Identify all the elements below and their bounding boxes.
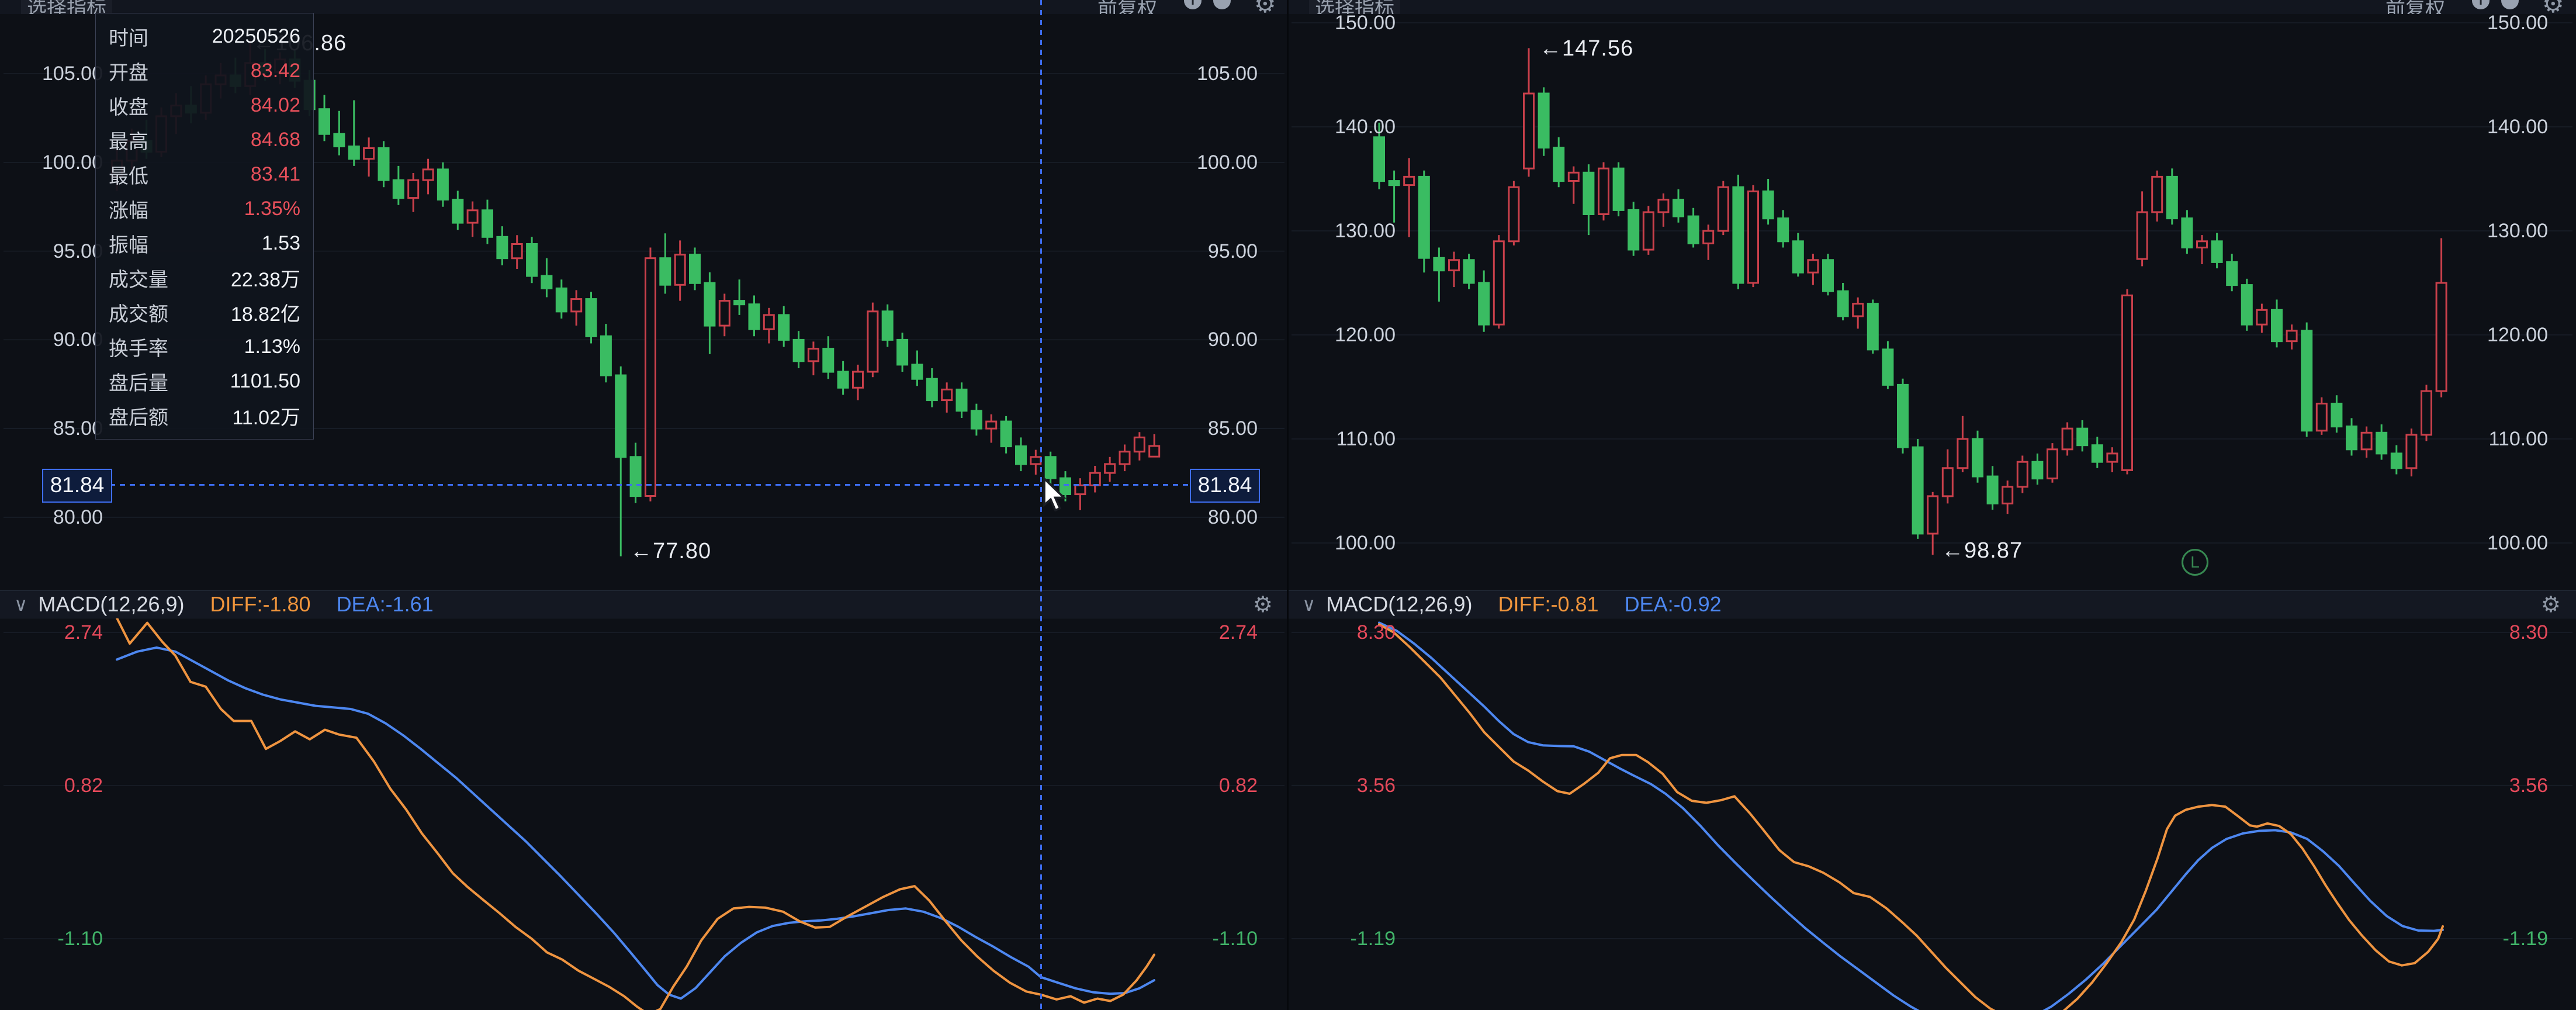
tooltip-field-label: 成交额 <box>109 298 168 327</box>
ohlc-tooltip: 时间 20250526 开盘 83.42 收盘 84.02 最高 84.68 最低 83.41 涨幅… <box>95 13 314 440</box>
price-adjust-mode-button[interactable]: 前复权 <box>1097 0 1157 14</box>
tooltip-field-value: 1.35% <box>244 198 300 220</box>
tooltip-field-value: 20250526 <box>212 25 300 48</box>
macd-diff-value: DIFF:-0.81 <box>1498 592 1599 617</box>
macd-settings-gear-icon[interactable]: ⚙ <box>1253 592 1273 618</box>
info-circle-icon[interactable]: i <box>1184 0 1202 9</box>
tooltip-field-label: 最高 <box>109 126 148 154</box>
crosshair-horizontal-line <box>110 484 1190 486</box>
indicator-selector-button[interactable]: 选择指标 <box>1309 0 1400 14</box>
tooltip-row: 涨幅 1.35% <box>96 192 313 226</box>
macd-dea-value: DEA:-1.61 <box>337 592 434 617</box>
collapse-chevron-icon[interactable]: ∨ <box>14 593 27 615</box>
tooltip-field-label: 涨幅 <box>109 195 148 223</box>
dual-stock-chart-workspace: 105.00105.00100.00100.0095.0095.0090.009… <box>0 0 2576 1010</box>
price-adjust-mode-button[interactable]: 前复权 <box>2385 0 2445 14</box>
left-panel-header: 选择指标 前复权 i ⚙ <box>0 0 1288 14</box>
tooltip-row: 换手率 1.13% <box>96 330 313 364</box>
indicator-selector-button[interactable]: 选择指标 <box>21 0 112 14</box>
tooltip-field-label: 开盘 <box>109 57 148 85</box>
tooltip-field-value: 1.13% <box>244 335 300 358</box>
settings-gear-icon[interactable]: ⚙ <box>2542 0 2564 14</box>
tooltip-row: 盘后额 11.02万 <box>96 399 313 433</box>
macd-diff-value: DIFF:-1.80 <box>210 592 311 617</box>
tooltip-field-value: 18.82亿 <box>231 298 300 327</box>
tooltip-field-label: 时间 <box>109 22 148 51</box>
tooltip-field-label: 收盘 <box>109 91 148 120</box>
tooltip-field-value: 1101.50 <box>230 370 300 393</box>
tooltip-row: 成交量 22.38万 <box>96 261 313 295</box>
tooltip-row: 时间 20250526 <box>96 19 313 54</box>
settings-gear-icon[interactable]: ⚙ <box>1254 0 1276 14</box>
crosshair-vertical-line <box>1040 0 1042 1010</box>
tooltip-rows: 时间 20250526 开盘 83.42 收盘 84.02 最高 84.68 最低 83.41 涨幅… <box>96 19 313 433</box>
tooltip-field-value: 84.02 <box>251 94 300 117</box>
macd-indicator-label: MACD(12,26,9) <box>1326 592 1472 617</box>
tooltip-field-value: 1.53 <box>262 232 300 255</box>
user-circle-icon[interactable] <box>1213 0 1231 9</box>
tooltip-row: 最高 84.68 <box>96 123 313 157</box>
right-panel-header: 选择指标 前复权 i ⚙ <box>1288 0 2576 14</box>
tooltip-row: 成交额 18.82亿 <box>96 295 313 330</box>
tooltip-field-value: 83.42 <box>251 60 300 82</box>
tooltip-field-label: 换手率 <box>109 333 168 361</box>
tooltip-field-value: 11.02万 <box>232 402 300 430</box>
left-macd-header: ∨ MACD(12,26,9) DIFF:-1.80 DEA:-1.61 ⚙ <box>0 590 1288 618</box>
tooltip-field-label: 最低 <box>109 160 148 189</box>
mouse-cursor-icon <box>1043 477 1078 516</box>
tooltip-field-label: 成交量 <box>109 264 168 292</box>
crosshair-price-badge-right: 81.84 <box>1190 469 1260 503</box>
tooltip-field-label: 振幅 <box>109 229 148 258</box>
tooltip-field-label: 盘后额 <box>109 402 168 430</box>
macd-settings-gear-icon[interactable]: ⚙ <box>2541 592 2561 618</box>
tooltip-field-value: 83.41 <box>251 163 300 186</box>
l-marker-badge: L <box>2182 549 2208 576</box>
tooltip-row: 最低 83.41 <box>96 157 313 192</box>
info-circle-icon[interactable]: i <box>2472 0 2490 9</box>
tooltip-field-value: 22.38万 <box>231 264 300 292</box>
macd-indicator-label: MACD(12,26,9) <box>38 592 184 617</box>
right-macd-header: ∨ MACD(12,26,9) DIFF:-0.81 DEA:-0.92 ⚙ <box>1288 590 2576 618</box>
macd-dea-value: DEA:-0.92 <box>1625 592 1722 617</box>
panel-divider <box>1287 0 1289 1010</box>
tooltip-field-label: 盘后量 <box>109 367 168 396</box>
user-circle-icon[interactable] <box>2501 0 2519 9</box>
tooltip-row: 收盘 84.02 <box>96 88 313 123</box>
tooltip-row: 开盘 83.42 <box>96 54 313 88</box>
collapse-chevron-icon[interactable]: ∨ <box>1302 593 1315 615</box>
crosshair-price-badge-left: 81.84 <box>42 469 112 503</box>
tooltip-field-value: 84.68 <box>251 129 300 151</box>
tooltip-row: 振幅 1.53 <box>96 226 313 261</box>
tooltip-row: 盘后量 1101.50 <box>96 364 313 399</box>
